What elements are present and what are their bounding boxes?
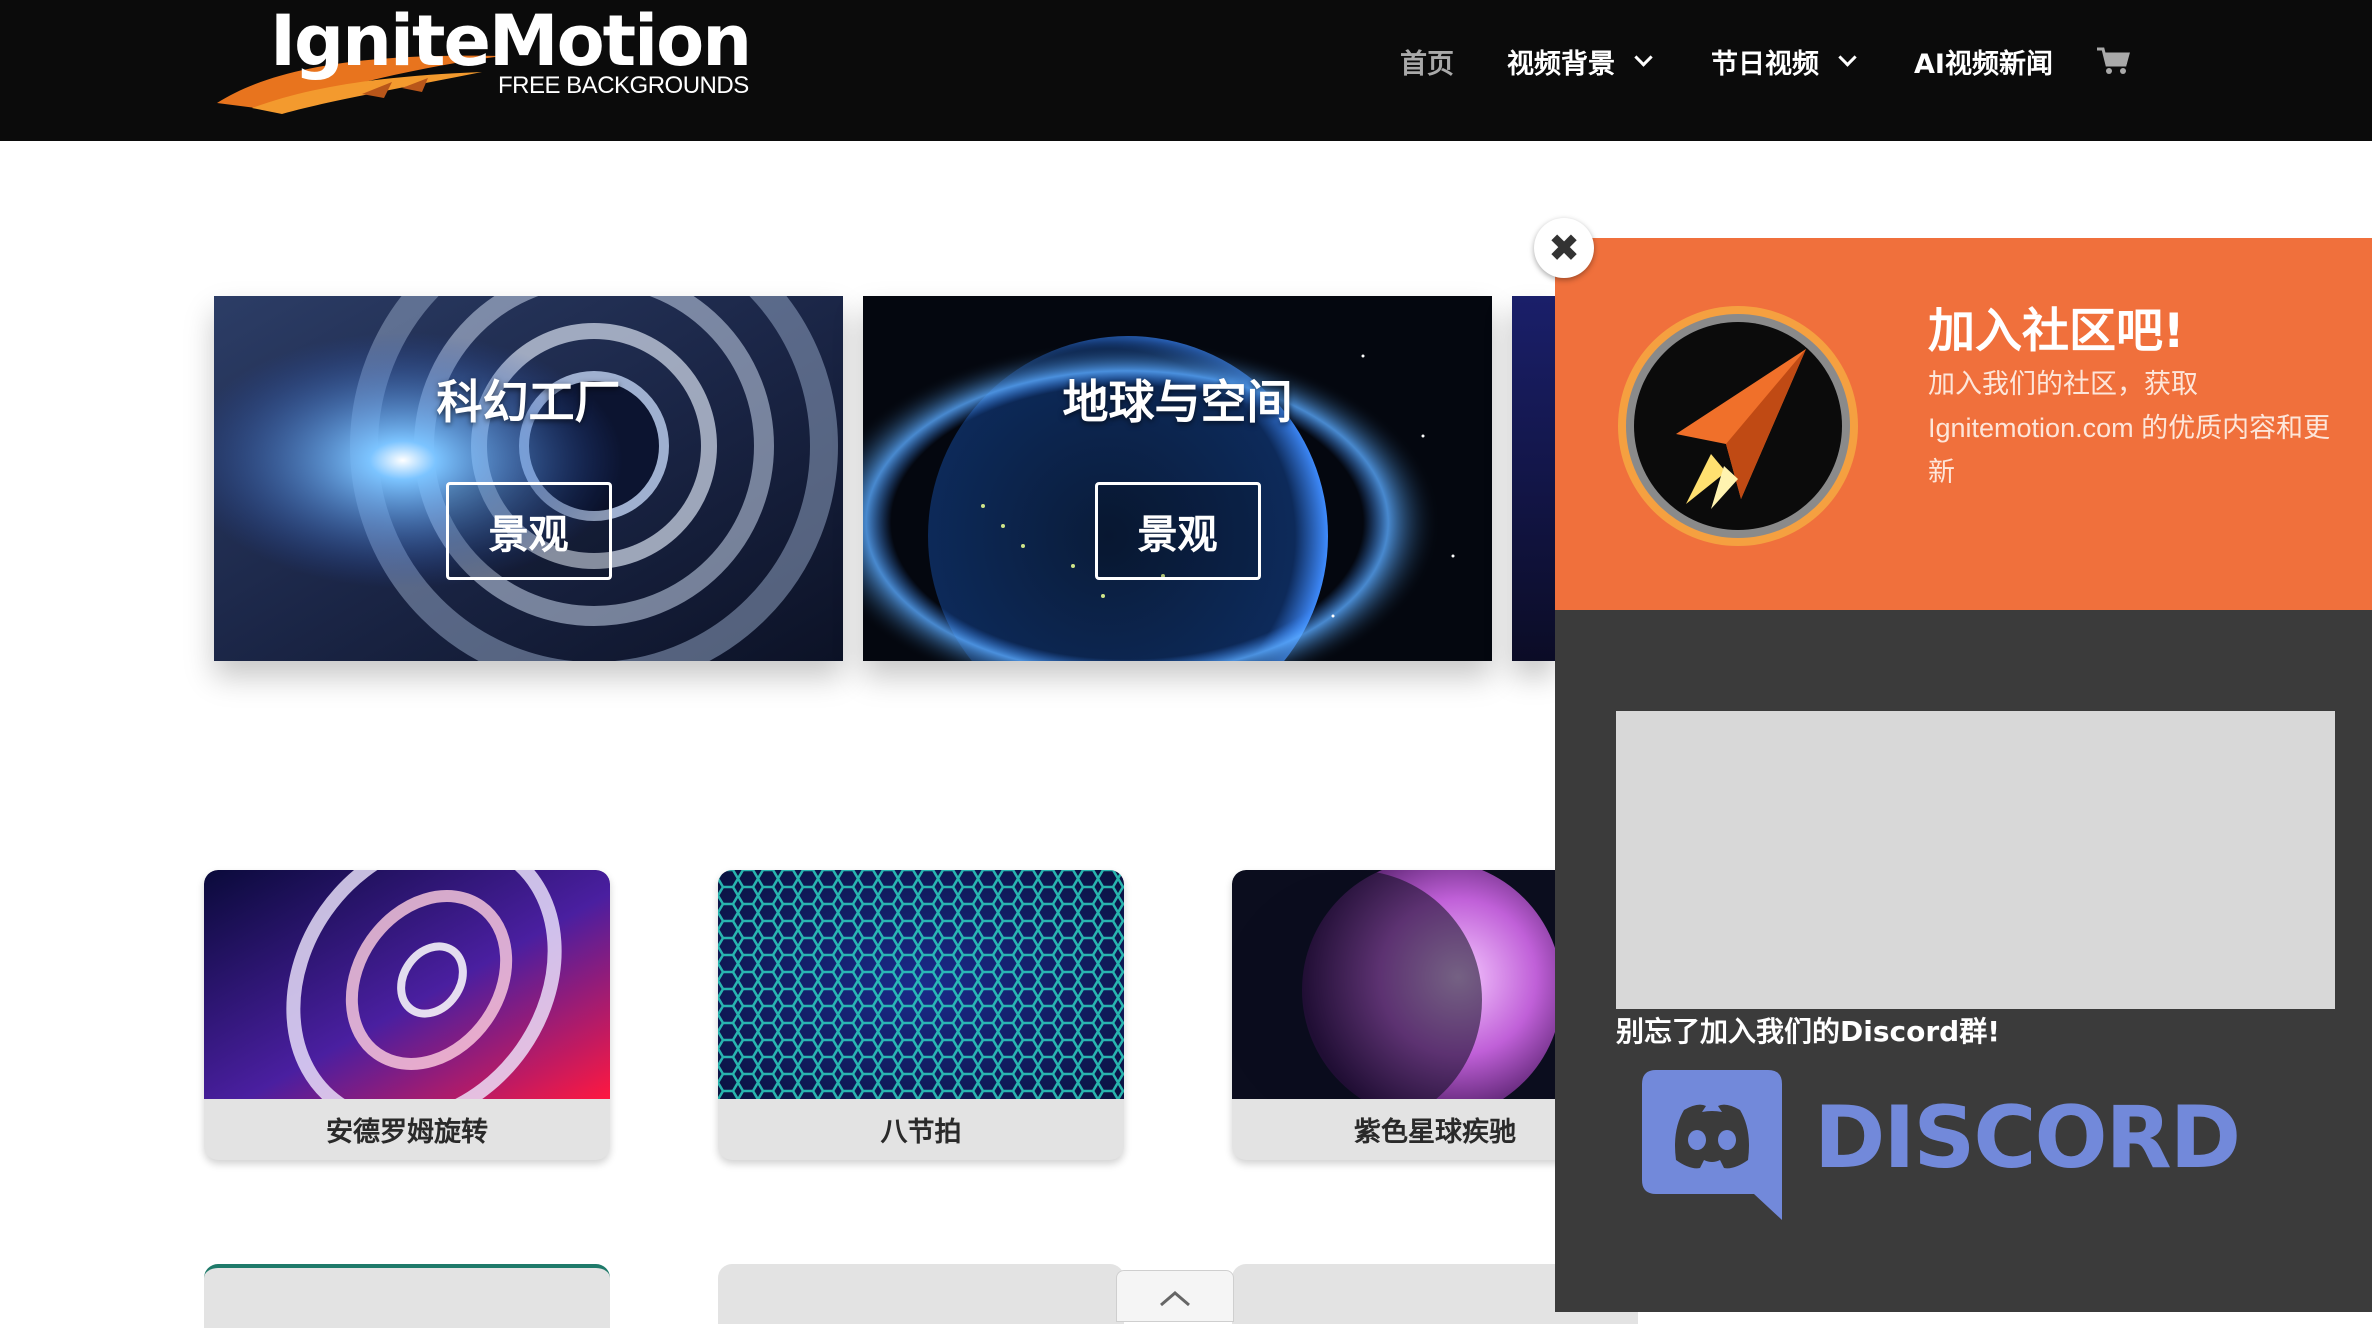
scroll-to-top-button[interactable] bbox=[1116, 1270, 1234, 1322]
nav-video-backgrounds[interactable]: 视频背景 bbox=[1507, 36, 1653, 86]
nav-holiday-videos[interactable]: 节日视频 bbox=[1711, 36, 1857, 86]
chevron-down-icon bbox=[1838, 47, 1857, 67]
chevron-up-icon bbox=[1160, 1291, 1190, 1307]
discord-join-button[interactable]: DISCORD bbox=[1642, 1070, 2241, 1220]
video-thumbnail bbox=[718, 870, 1124, 1099]
category-card-earth-space[interactable]: 地球与空间 景观 bbox=[863, 296, 1492, 661]
video-card-eight-beats[interactable]: 八节拍 bbox=[718, 870, 1124, 1160]
chevron-down-icon bbox=[1634, 47, 1653, 67]
nav-home[interactable]: 首页 bbox=[1400, 36, 1454, 86]
video-title: 八节拍 bbox=[880, 1117, 962, 1148]
shopping-cart-icon[interactable] bbox=[2096, 46, 2130, 76]
category-title: 科幻工厂 bbox=[436, 375, 621, 429]
logo-subtitle: FREE BACKGROUNDS bbox=[498, 72, 749, 99]
community-popup: 加入社区吧! 加入我们的社区，获取 Ignitemotion.com 的优质内容… bbox=[1555, 238, 2372, 1312]
site-logo[interactable]: IgniteMotion FREE BACKGROUNDS bbox=[212, 0, 752, 116]
discord-cta-text: 别忘了加入我们的Discord群! bbox=[1616, 1015, 2000, 1048]
video-card-next-row[interactable] bbox=[718, 1264, 1124, 1324]
nav-video-backgrounds-label: 视频背景 bbox=[1507, 48, 1615, 80]
rocket-logo-icon bbox=[1618, 306, 1858, 546]
category-title: 地球与空间 bbox=[1062, 375, 1293, 429]
view-category-button[interactable]: 景观 bbox=[1094, 482, 1261, 580]
nav-ai-video-news[interactable]: AI视频新闻 bbox=[1914, 36, 2053, 86]
video-thumbnail bbox=[204, 870, 610, 1099]
discord-wordmark: DISCORD bbox=[1814, 1088, 2241, 1188]
logo-wordmark: IgniteMotion bbox=[270, 0, 752, 82]
popup-header: 加入社区吧! 加入我们的社区，获取 Ignitemotion.com 的优质内容… bbox=[1555, 238, 2372, 610]
video-card-next-row[interactable] bbox=[204, 1264, 610, 1328]
nav-holiday-videos-label: 节日视频 bbox=[1711, 48, 1819, 80]
popup-description: 加入我们的社区，获取 Ignitemotion.com 的优质内容和更新 bbox=[1928, 369, 2331, 487]
video-title: 安德罗姆旋转 bbox=[326, 1117, 488, 1148]
category-card-scifi-factory[interactable]: 科幻工厂 景观 bbox=[214, 296, 843, 661]
discord-icon bbox=[1642, 1070, 1782, 1220]
view-category-button[interactable]: 景观 bbox=[445, 482, 612, 580]
category-card-partial[interactable] bbox=[1512, 296, 1555, 661]
close-icon: ✖ bbox=[1548, 226, 1580, 270]
popup-close-button[interactable]: ✖ bbox=[1534, 218, 1594, 278]
popup-embed-placeholder bbox=[1616, 711, 2335, 1009]
category-image bbox=[863, 296, 1492, 661]
popup-title: 加入社区吧! bbox=[1928, 304, 2185, 359]
site-header: IgniteMotion FREE BACKGROUNDS 首页 视频背景 节日… bbox=[0, 0, 2372, 141]
video-card-andromeda[interactable]: 安德罗姆旋转 bbox=[204, 870, 610, 1160]
category-image bbox=[214, 296, 843, 661]
